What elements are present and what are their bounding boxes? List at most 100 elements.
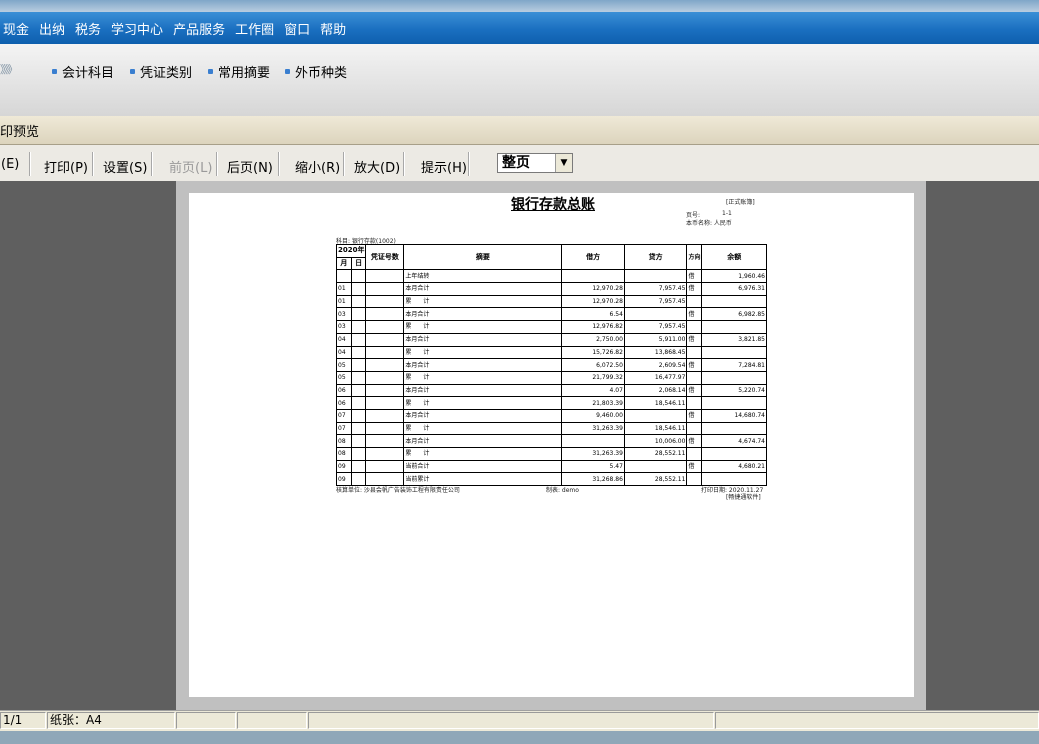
- table-row: 05 累 计 21,799.32 16,477.97: [336, 370, 767, 385]
- table-cell-bal: 6,982.85: [701, 307, 767, 322]
- menu-window[interactable]: 窗口: [283, 19, 311, 38]
- table-cell-dr: [561, 434, 625, 448]
- table-cell-cr: [623, 307, 688, 322]
- menu-help[interactable]: 帮助: [319, 19, 347, 38]
- next-page-button[interactable]: 后页(N): [227, 157, 273, 176]
- bullet-icon: [52, 69, 57, 74]
- table-cell-bal: 1,960.46: [701, 269, 767, 284]
- table-cell-s: 累 计: [403, 320, 563, 334]
- month-header: 月: [336, 256, 352, 271]
- print-button[interactable]: 打印(P): [44, 157, 88, 176]
- zoom-in-button[interactable]: 放大(D): [354, 157, 400, 176]
- preview-left-margin: [0, 181, 176, 710]
- bullet-icon: [130, 69, 135, 74]
- table-cell-m: 01: [336, 294, 352, 309]
- footer-maker: 制表: demo: [546, 487, 579, 494]
- table-cell-dr: 21,799.32: [561, 370, 625, 385]
- table-cell-dir: [686, 370, 703, 385]
- nav-common-summaries[interactable]: 常用摘要: [208, 62, 270, 81]
- table-cell-bal: 6,976.31: [701, 282, 767, 296]
- table-cell-cr: 18,546.11: [623, 421, 688, 436]
- menu-learning[interactable]: 学习中心: [110, 19, 164, 38]
- table-cell-dir: [686, 345, 703, 360]
- chevron-icon[interactable]: 》》》: [0, 61, 18, 77]
- table-cell-dr: 6.54: [561, 307, 625, 322]
- table-cell-dir: 借: [686, 459, 703, 474]
- toolbar-separator: [468, 152, 470, 176]
- table-cell-m: 08: [336, 434, 352, 448]
- table-cell-dr: 2,750.00: [561, 332, 625, 347]
- table-cell-bal: [701, 447, 767, 461]
- menu-products[interactable]: 产品服务: [172, 19, 226, 38]
- table-cell-bal: 4,674.74: [701, 434, 767, 448]
- toolbar-separator: [92, 152, 94, 176]
- table-cell-dr: 31,263.39: [561, 421, 625, 436]
- status-page: 1/1: [0, 712, 46, 729]
- setup-button[interactable]: 设置(S): [103, 157, 147, 176]
- menu-cash[interactable]: 现金: [2, 19, 30, 38]
- table-cell-bal: 7,284.81: [701, 358, 767, 372]
- nav-currencies[interactable]: 外币种类: [285, 62, 347, 81]
- table-cell-dir: [686, 421, 703, 436]
- table-cell-s: 本月合计: [403, 307, 563, 322]
- table-row: 06 累 计 21,803.39 18,546.11: [336, 396, 767, 410]
- table-cell-v: [365, 434, 405, 448]
- summary-header: 摘要: [403, 243, 563, 271]
- table-row: 03 本月合计 6.54 借 6,982.85: [336, 307, 767, 322]
- table-cell-m: 07: [336, 421, 352, 436]
- menu-cashier[interactable]: 出纳: [38, 19, 66, 38]
- table-cell-dir: 借: [686, 269, 703, 284]
- prev-page-button[interactable]: 前页(L): [169, 157, 212, 176]
- table-cell-s: 本月合计: [403, 434, 563, 448]
- table-cell-v: [365, 307, 405, 322]
- table-cell-v: [365, 294, 405, 309]
- table-cell-s: 本月合计: [403, 282, 563, 296]
- table-cell-bal: [701, 370, 767, 385]
- table-cell-cr: 7,957.45: [623, 294, 688, 309]
- table-cell-d: [350, 408, 367, 423]
- table-cell-s: 累 计: [403, 421, 563, 436]
- window-title: 印预览: [0, 125, 40, 140]
- table-cell-v: [365, 421, 405, 436]
- table-row: 08 累 计 31,263.39 28,552.11: [336, 447, 767, 461]
- table-cell-dr: 4.07: [561, 383, 625, 398]
- title-bar: [0, 0, 1039, 12]
- table-cell-m: 04: [336, 332, 352, 347]
- table-cell-s: 累 计: [403, 294, 563, 309]
- table-row: 06 本月合计 4.07 2,068.14 借 5,220.74: [336, 383, 767, 398]
- table-cell-dr: 12,976.82: [561, 320, 625, 334]
- chevron-down-icon[interactable]: ▼: [555, 154, 572, 172]
- table-row: 03 累 计 12,976.82 7,957.45: [336, 320, 767, 334]
- hint-button[interactable]: 提示(H): [421, 157, 467, 176]
- year-header: 2020年: [335, 244, 367, 258]
- table-cell-dir: 借: [686, 408, 703, 423]
- zoom-out-button[interactable]: 缩小(R): [295, 157, 340, 176]
- table-row: 09 当前累计 31,268.86 28,552.11: [336, 472, 767, 487]
- edit-button[interactable]: (E): [1, 157, 19, 172]
- table-cell-dr: 21,803.39: [561, 396, 625, 410]
- table-cell-cr: [623, 459, 688, 474]
- table-cell-d: [350, 447, 367, 461]
- table-cell-dir: [686, 294, 703, 309]
- table-cell-v: [365, 383, 405, 398]
- nav-accounts[interactable]: 会计科目: [52, 62, 114, 81]
- table-cell-bal: [701, 345, 767, 360]
- table-cell-bal: [701, 421, 767, 436]
- table-cell-dr: 9,460.00: [561, 408, 625, 423]
- menu-workspace[interactable]: 工作圈: [234, 19, 275, 38]
- table-row: 04 累 计 15,726.82 13,868.45: [336, 345, 767, 360]
- table-cell-v: [365, 320, 405, 334]
- table-cell-cr: 16,477.97: [623, 370, 688, 385]
- window-title-bar: [0, 116, 1039, 145]
- menu-tax[interactable]: 税务: [74, 19, 102, 38]
- table-cell-s: 本月合计: [403, 332, 563, 347]
- table-cell-cr: 7,957.45: [623, 282, 688, 296]
- nav-voucher-types[interactable]: 凭证类别: [130, 62, 192, 81]
- table-cell-m: 09: [336, 459, 352, 474]
- table-cell-bal: 3,821.85: [701, 332, 767, 347]
- table-cell-cr: 7,957.45: [623, 320, 688, 334]
- table-row: 05 本月合计 6,072.50 2,609.54 借 7,284.81: [336, 358, 767, 372]
- zoom-select[interactable]: 整页 ▼: [497, 153, 573, 173]
- table-cell-s: 累 计: [403, 370, 563, 385]
- table-row: 08 本月合计 10,006.00 借 4,674.74: [336, 434, 767, 448]
